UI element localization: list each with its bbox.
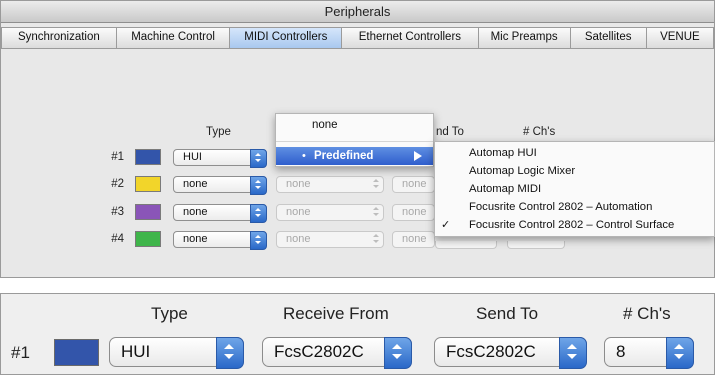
receive-from-select-3: none [276, 204, 384, 221]
type-value: none [183, 206, 208, 218]
receive-from-select-4: none [276, 231, 384, 248]
column-header-channels: # Ch's [623, 304, 671, 323]
channels-select-edge [507, 241, 565, 249]
type-value: none [183, 233, 208, 245]
menu-item-predefined[interactable]: Predefined [276, 147, 433, 165]
chevron-updown-icon [369, 204, 384, 221]
tab-mic-preamps[interactable]: Mic Preamps [478, 27, 571, 49]
column-header-send-to: nd To [436, 126, 464, 138]
submenu-item-automap-midi[interactable]: Automap MIDI [435, 181, 714, 198]
tab-ethernet-controllers[interactable]: Ethernet Controllers [342, 27, 479, 49]
chevron-updown-icon [666, 337, 694, 369]
receive-value: none [286, 233, 311, 245]
tab-bar: Synchronization Machine Control MIDI Con… [1, 27, 714, 49]
receive-value: none [286, 206, 311, 218]
column-header-channels: # Ch's [523, 126, 556, 138]
receive-from-select[interactable]: FcsC2802C [262, 337, 412, 369]
bullet-icon: • [302, 150, 306, 162]
menu-item-none[interactable]: none [312, 119, 338, 131]
type-select-4[interactable]: none [173, 231, 267, 250]
type-select-1[interactable]: HUI [173, 149, 267, 168]
column-header-receive-from: Receive From [283, 304, 389, 323]
receive-from-select-2: none [276, 176, 384, 193]
color-swatch-2[interactable] [135, 176, 161, 192]
type-select-2[interactable]: none [173, 176, 267, 195]
channels-value: 8 [616, 342, 626, 361]
receive-from-popup-menu: none Predefined • [275, 113, 434, 167]
chevron-updown-icon [250, 176, 267, 195]
type-value: none [183, 178, 208, 190]
submenu-item-automap-hui[interactable]: Automap HUI [435, 145, 714, 162]
row-number: #1 [111, 151, 124, 163]
checkmark-icon: ✓ [441, 219, 451, 231]
tab-satellites[interactable]: Satellites [570, 27, 647, 49]
type-value: HUI [121, 342, 151, 361]
submenu-item-focusrite-automation[interactable]: Focusrite Control 2802 – Automation [435, 199, 714, 216]
window-title: Peripherals [1, 1, 714, 23]
column-header-send-to: Send To [476, 304, 539, 323]
column-header-type: Type [151, 304, 188, 323]
chevron-updown-icon [369, 231, 384, 248]
row-number: #1 [11, 343, 30, 362]
tab-synchronization[interactable]: Synchronization [1, 27, 117, 49]
menu-separator [276, 141, 433, 142]
send-to-select-4: none [392, 231, 435, 248]
send-value: none [402, 178, 427, 190]
chevron-updown-icon [250, 204, 267, 223]
predefined-submenu: Automap HUI Automap Logic Mixer Automap … [434, 141, 715, 237]
chevron-updown-icon [384, 337, 412, 369]
type-select[interactable]: HUI [109, 337, 244, 369]
color-swatch-4[interactable] [135, 231, 161, 247]
row-number: #2 [111, 178, 124, 190]
chevron-updown-icon [369, 176, 384, 193]
submenu-arrow-icon [414, 151, 422, 161]
zoomed-row-panel: Type Receive From Send To # Ch's #1 HUI … [0, 293, 715, 375]
send-to-select[interactable]: FcsC2802C [434, 337, 587, 369]
receive-value: none [286, 178, 311, 190]
type-value: HUI [183, 151, 202, 163]
send-value: FcsC2802C [446, 342, 536, 361]
chevron-updown-icon [250, 149, 267, 168]
row-number: #3 [111, 206, 124, 218]
send-to-select-edge [435, 241, 497, 249]
chevron-updown-icon [559, 337, 587, 369]
color-swatch-1[interactable] [54, 339, 99, 366]
color-swatch-3[interactable] [135, 204, 161, 220]
tab-venue[interactable]: VENUE [646, 27, 714, 49]
color-swatch-1[interactable] [135, 149, 161, 165]
column-header-type: Type [206, 126, 231, 138]
tab-machine-control[interactable]: Machine Control [116, 27, 231, 49]
submenu-item-automap-logic-mixer[interactable]: Automap Logic Mixer [435, 163, 714, 180]
send-value: none [402, 206, 427, 218]
type-select-3[interactable]: none [173, 204, 267, 223]
chevron-updown-icon [250, 231, 267, 250]
chevron-updown-icon [216, 337, 244, 369]
submenu-item-focusrite-control-surface[interactable]: Focusrite Control 2802 – Control Surface [435, 217, 714, 234]
send-to-select-3: none [392, 204, 435, 221]
tab-midi-controllers[interactable]: MIDI Controllers [230, 27, 343, 49]
row-number: #4 [111, 233, 124, 245]
send-value: none [402, 233, 427, 245]
receive-value: FcsC2802C [274, 342, 364, 361]
channels-select[interactable]: 8 [604, 337, 694, 369]
send-to-select-2: none [392, 176, 435, 193]
